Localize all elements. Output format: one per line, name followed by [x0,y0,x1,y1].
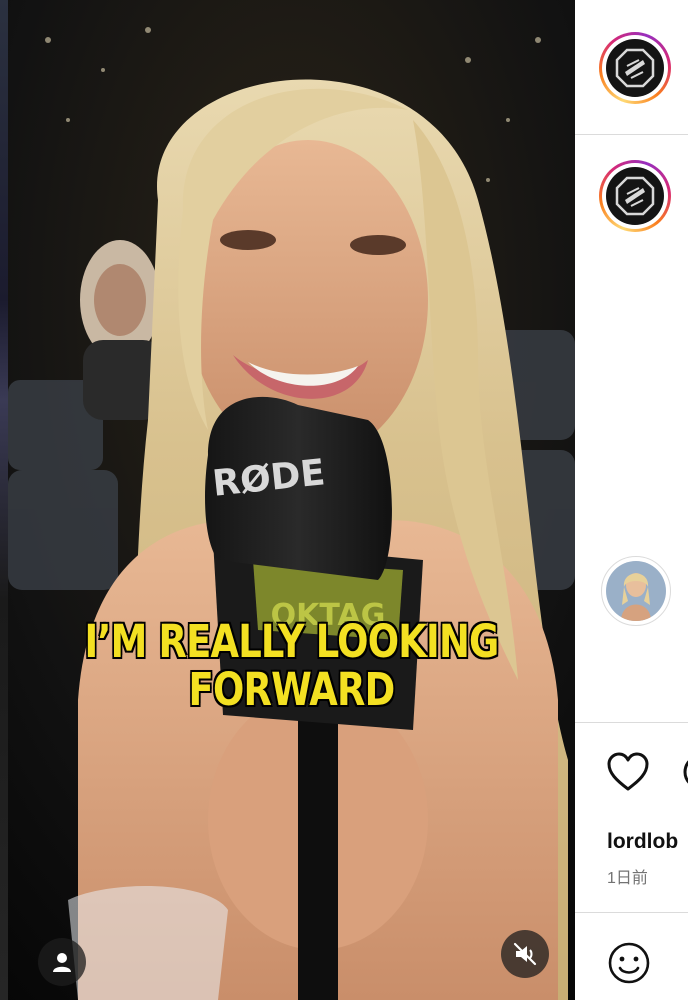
video-frame: OKTAG RØDE [8,0,575,1000]
caption-line-1: I’M REALLY LOOKING [84,615,499,668]
caption-author-avatar[interactable] [599,160,671,232]
video-caption: I’M REALLY LOOKING FORWARD [59,618,524,714]
comment-input-edge[interactable] [684,950,688,970]
actions-divider [575,722,688,723]
video-player[interactable]: OKTAG RØDE I’M REALLY LOOKING FORWARD [8,0,575,1000]
tagged-users-button[interactable] [38,938,86,986]
octagon-logo-icon [615,176,655,216]
post-time[interactable]: 1日前 [607,864,648,888]
comment-icon[interactable] [681,752,688,792]
avatar-photo [606,561,666,621]
octagon-logo-icon [615,48,655,88]
post-side-panel: lordlob 1日前 [575,0,688,1000]
caption-line-2: FORWARD [188,663,396,716]
header-divider [575,134,688,135]
collaborator-avatar[interactable] [601,556,671,626]
smiley-icon[interactable] [607,941,651,985]
speaker-muted-icon [513,942,537,966]
author-avatar[interactable] [599,32,671,104]
heart-icon[interactable] [606,752,650,792]
mute-toggle-button[interactable] [501,930,549,978]
previous-video-edge [0,0,8,1000]
comment-divider [575,912,688,913]
post-username[interactable]: lordlob [607,830,678,854]
user-icon [53,953,71,972]
